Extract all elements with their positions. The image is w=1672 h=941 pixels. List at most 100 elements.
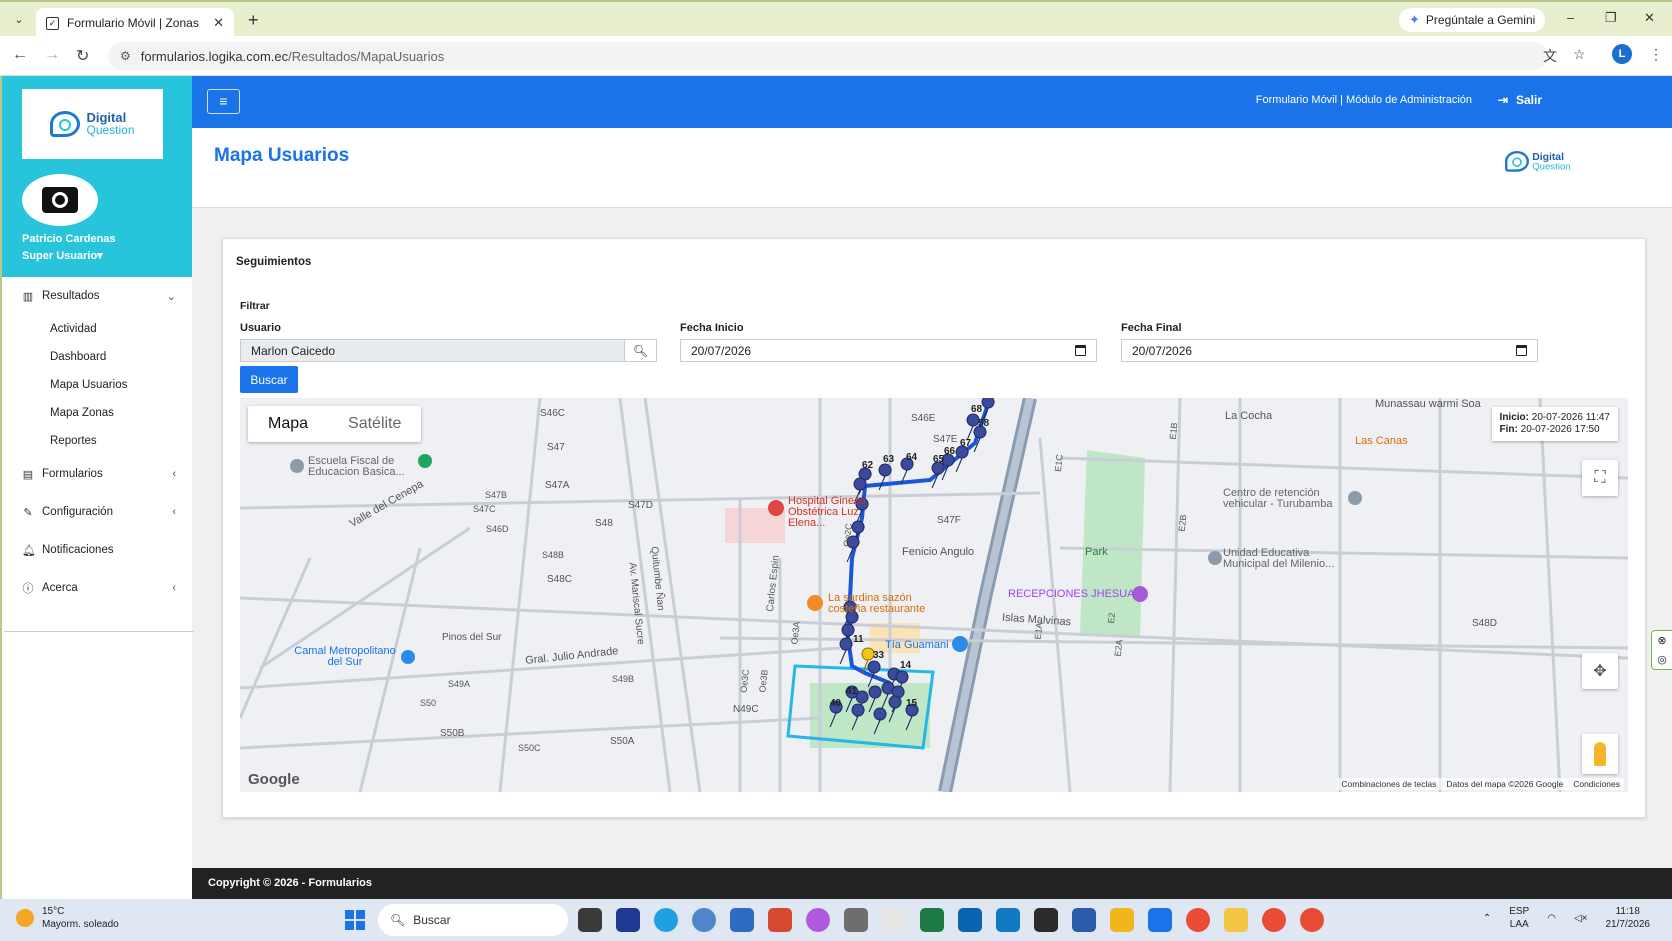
logout-button[interactable]: ⇥ Salir (1498, 93, 1542, 107)
globe-icon[interactable] (692, 908, 716, 932)
terms-link[interactable]: Condiciones (1573, 779, 1620, 789)
sidebar-item-configuracion[interactable]: ✎ Configuración ‹ (2, 493, 192, 531)
hamburger-menu-button[interactable]: ≡ (207, 89, 240, 114)
app-icon[interactable] (1148, 908, 1172, 932)
gemini-button[interactable]: ✦ Pregúntale a Gemini (1399, 8, 1546, 32)
sidebar-item-actividad[interactable]: Actividad (2, 315, 192, 343)
sidebar-item-notificaciones[interactable]: 🔔︎ Notificaciones (2, 531, 192, 569)
usuario-field[interactable]: Marlon Caicedo (240, 339, 625, 362)
sidebar-item-resultados[interactable]: ▥ Resultados ⌄ (2, 277, 192, 315)
speaker-mute-icon[interactable]: ◁× (1574, 912, 1588, 925)
reload-icon[interactable]: ↻ (76, 46, 89, 66)
windows-start-icon[interactable] (345, 910, 365, 930)
map-label-las-canas: Las Canas (1355, 435, 1408, 447)
map-type-satelite-button[interactable]: Satélite (328, 406, 421, 442)
new-tab-button[interactable]: + (248, 10, 259, 31)
bookmark-star-icon[interactable]: ☆ (1573, 46, 1586, 63)
tab-close-icon[interactable]: ✕ (213, 15, 224, 31)
brand-logo[interactable]: Digital Question (22, 89, 163, 159)
green-poi-icon[interactable] (418, 454, 432, 468)
school-poi-icon[interactable] (1208, 551, 1222, 565)
gemini-sparkle-icon: ✦ (1409, 12, 1420, 27)
address-bar[interactable]: ⚙ formularios.logika.com.ec/Resultados/M… (108, 42, 1548, 70)
system-tray: ⌃ ESP LAA ◠ ◁× 11:18 21/7/2026 (1483, 905, 1650, 931)
user-search-button[interactable]: 🔍︎ (625, 339, 657, 362)
calculator-icon[interactable] (844, 908, 868, 932)
chrome-profile-icon[interactable] (1262, 908, 1286, 932)
wifi-icon[interactable]: ◠ (1547, 912, 1556, 925)
fullscreen-icon[interactable]: ⛶ (1582, 460, 1618, 496)
camal-poi-icon[interactable] (401, 650, 415, 664)
site-info-icon[interactable]: ⚙ (120, 49, 131, 63)
taskbar-search[interactable]: 🔍︎ Buscar (378, 904, 568, 936)
street-code: S49A (448, 679, 471, 689)
school-poi-icon[interactable] (290, 459, 304, 473)
map-label-recepciones: RECEPCIONES JHESUA (1008, 588, 1135, 600)
close-circle-icon[interactable]: ⊗ (1657, 634, 1666, 647)
floating-side-tab[interactable]: ⊗ ◎ (1651, 630, 1672, 670)
user-tracking-map[interactable]: Escuela Fiscal de Educacion Basica... Ho… (240, 398, 1628, 792)
chevron-up-icon[interactable]: ⌃ (1483, 912, 1491, 925)
more-menu-icon[interactable]: ⋮ (1649, 46, 1663, 63)
paint-icon[interactable] (882, 908, 906, 932)
remote-desktop-icon[interactable] (996, 908, 1020, 932)
sun-icon (16, 909, 34, 927)
clock[interactable]: 11:18 21/7/2026 (1606, 905, 1651, 931)
terminal-icon[interactable] (1034, 908, 1058, 932)
sidebar-item-acerca[interactable]: ⓘ Acerca ‹ (2, 569, 192, 607)
edge-icon[interactable] (654, 908, 678, 932)
chrome-active-icon[interactable] (1300, 908, 1324, 932)
power-bi-icon[interactable] (1110, 908, 1134, 932)
sidebar-item-formularios[interactable]: ▤ Formularios ‹ (2, 455, 192, 493)
route-number: 68 (971, 404, 983, 415)
calendar-icon[interactable] (1516, 345, 1527, 356)
shopping-poi-icon[interactable] (952, 636, 968, 652)
sidebar-item-dashboard[interactable]: Dashboard (2, 343, 192, 371)
store-icon[interactable] (730, 908, 754, 932)
weather-widget[interactable]: 15°C Mayorm. soleado (16, 905, 119, 931)
profile-avatar[interactable]: L (1612, 44, 1632, 64)
map-camera-control-icon[interactable]: ✥ (1582, 653, 1618, 689)
close-window-button[interactable]: ✕ (1644, 10, 1655, 26)
search-icon: 🔍︎ (390, 913, 406, 927)
browser-toolbar: ← → ↻ ⚙ formularios.logika.com.ec/Result… (0, 36, 1672, 76)
chevron-left-icon: ‹ (172, 506, 176, 518)
map-label-escuela: Escuela Fiscal de Educacion Basica... (308, 455, 405, 478)
extension-icon[interactable]: ◎ (1657, 653, 1667, 666)
file-explorer-icon[interactable] (1224, 908, 1248, 932)
keyboard-shortcuts-link[interactable]: Combinaciones de teclas (1341, 779, 1436, 789)
fecha-inicio-field[interactable]: 20/07/2026 (680, 339, 1097, 362)
excel-icon[interactable] (920, 908, 944, 932)
hospital-poi-icon[interactable] (768, 500, 784, 516)
sidebar-item-reportes[interactable]: Reportes (2, 427, 192, 455)
office-icon[interactable] (768, 908, 792, 932)
browser-tab[interactable]: ✓ Formulario Móvil | Zonas ✕ (36, 8, 234, 38)
chevron-down-icon: ⌄ (166, 290, 176, 303)
calendar-icon[interactable] (1075, 345, 1086, 356)
minimize-button[interactable]: – (1567, 10, 1574, 25)
user-role-dropdown[interactable]: Super Usuario▾ (22, 249, 103, 262)
app: Digital Question Patricio Cardenas Super… (0, 76, 1672, 899)
translate-icon[interactable]: 文 (1543, 46, 1557, 66)
street-view-pegman-icon[interactable] (1582, 734, 1618, 774)
back-arrow-icon[interactable]: ← (12, 46, 28, 64)
word-icon[interactable] (1072, 908, 1096, 932)
fecha-final-field[interactable]: 20/07/2026 (1121, 339, 1538, 362)
sidebar-item-mapa-usuarios[interactable]: Mapa Usuarios (2, 371, 192, 399)
input-language[interactable]: ESP LAA (1509, 905, 1529, 931)
outlook-icon[interactable] (958, 908, 982, 932)
route-number: 65 (933, 454, 945, 465)
chrome-icon[interactable] (1186, 908, 1210, 932)
forward-arrow-icon[interactable]: → (44, 46, 60, 64)
building-poi-icon[interactable] (1348, 491, 1362, 505)
tab-list-chevron-icon[interactable]: ⌄ (10, 11, 28, 29)
buscar-button[interactable]: Buscar (240, 366, 298, 393)
restore-button[interactable]: ❐ (1605, 10, 1617, 26)
restaurant-poi-icon[interactable] (807, 595, 823, 611)
task-view-icon[interactable] (578, 908, 602, 932)
map-type-mapa-button[interactable]: Mapa (248, 406, 328, 442)
teamviewer-icon[interactable] (616, 908, 640, 932)
route-number: 66 (944, 446, 956, 457)
sidebar-item-mapa-zonas[interactable]: Mapa Zonas (2, 399, 192, 427)
copilot-icon[interactable] (806, 908, 830, 932)
